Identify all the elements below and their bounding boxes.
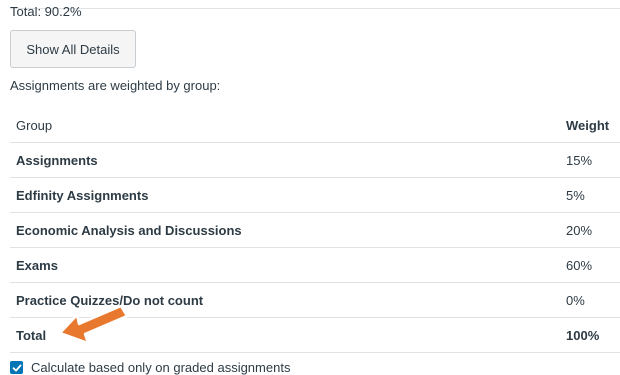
- weight-cell: 20%: [566, 212, 620, 248]
- total-grade-text: Total: 90.2%: [10, 7, 82, 20]
- weighted-by-group-caption: Assignments are weighted by group:: [10, 78, 221, 93]
- table-row: Exams 60%: [10, 247, 620, 283]
- total-weight-cell: 100%: [566, 317, 620, 353]
- table-row: Economic Analysis and Discussions 20%: [10, 212, 620, 248]
- group-name-cell: Edfinity Assignments: [10, 177, 566, 213]
- weight-cell: 15%: [566, 142, 620, 178]
- weight-cell: 60%: [566, 247, 620, 283]
- table-row: Assignments 15%: [10, 142, 620, 178]
- calculate-graded-only-option[interactable]: Calculate based only on graded assignmen…: [10, 360, 290, 375]
- checkmark-icon: [12, 364, 22, 371]
- calculate-graded-only-label: Calculate based only on graded assignmen…: [31, 360, 291, 375]
- group-name-cell: Economic Analysis and Discussions: [10, 212, 566, 248]
- weight-column-header: Weight: [566, 109, 620, 143]
- weight-cell: 5%: [566, 177, 620, 213]
- top-divider: [10, 8, 620, 9]
- group-name-cell: Exams: [10, 247, 566, 283]
- arrow-icon: [58, 304, 129, 345]
- show-all-details-button[interactable]: Show All Details: [10, 30, 136, 68]
- group-name-cell: Assignments: [10, 142, 566, 178]
- group-column-header: Group: [10, 109, 566, 143]
- table-header-row: Group Weight: [10, 109, 620, 143]
- table-row: Edfinity Assignments 5%: [10, 177, 620, 213]
- calculate-graded-only-checkbox[interactable]: [10, 361, 23, 374]
- total-grade-value: Total: 90.2%: [10, 7, 82, 19]
- weight-cell: 0%: [566, 282, 620, 318]
